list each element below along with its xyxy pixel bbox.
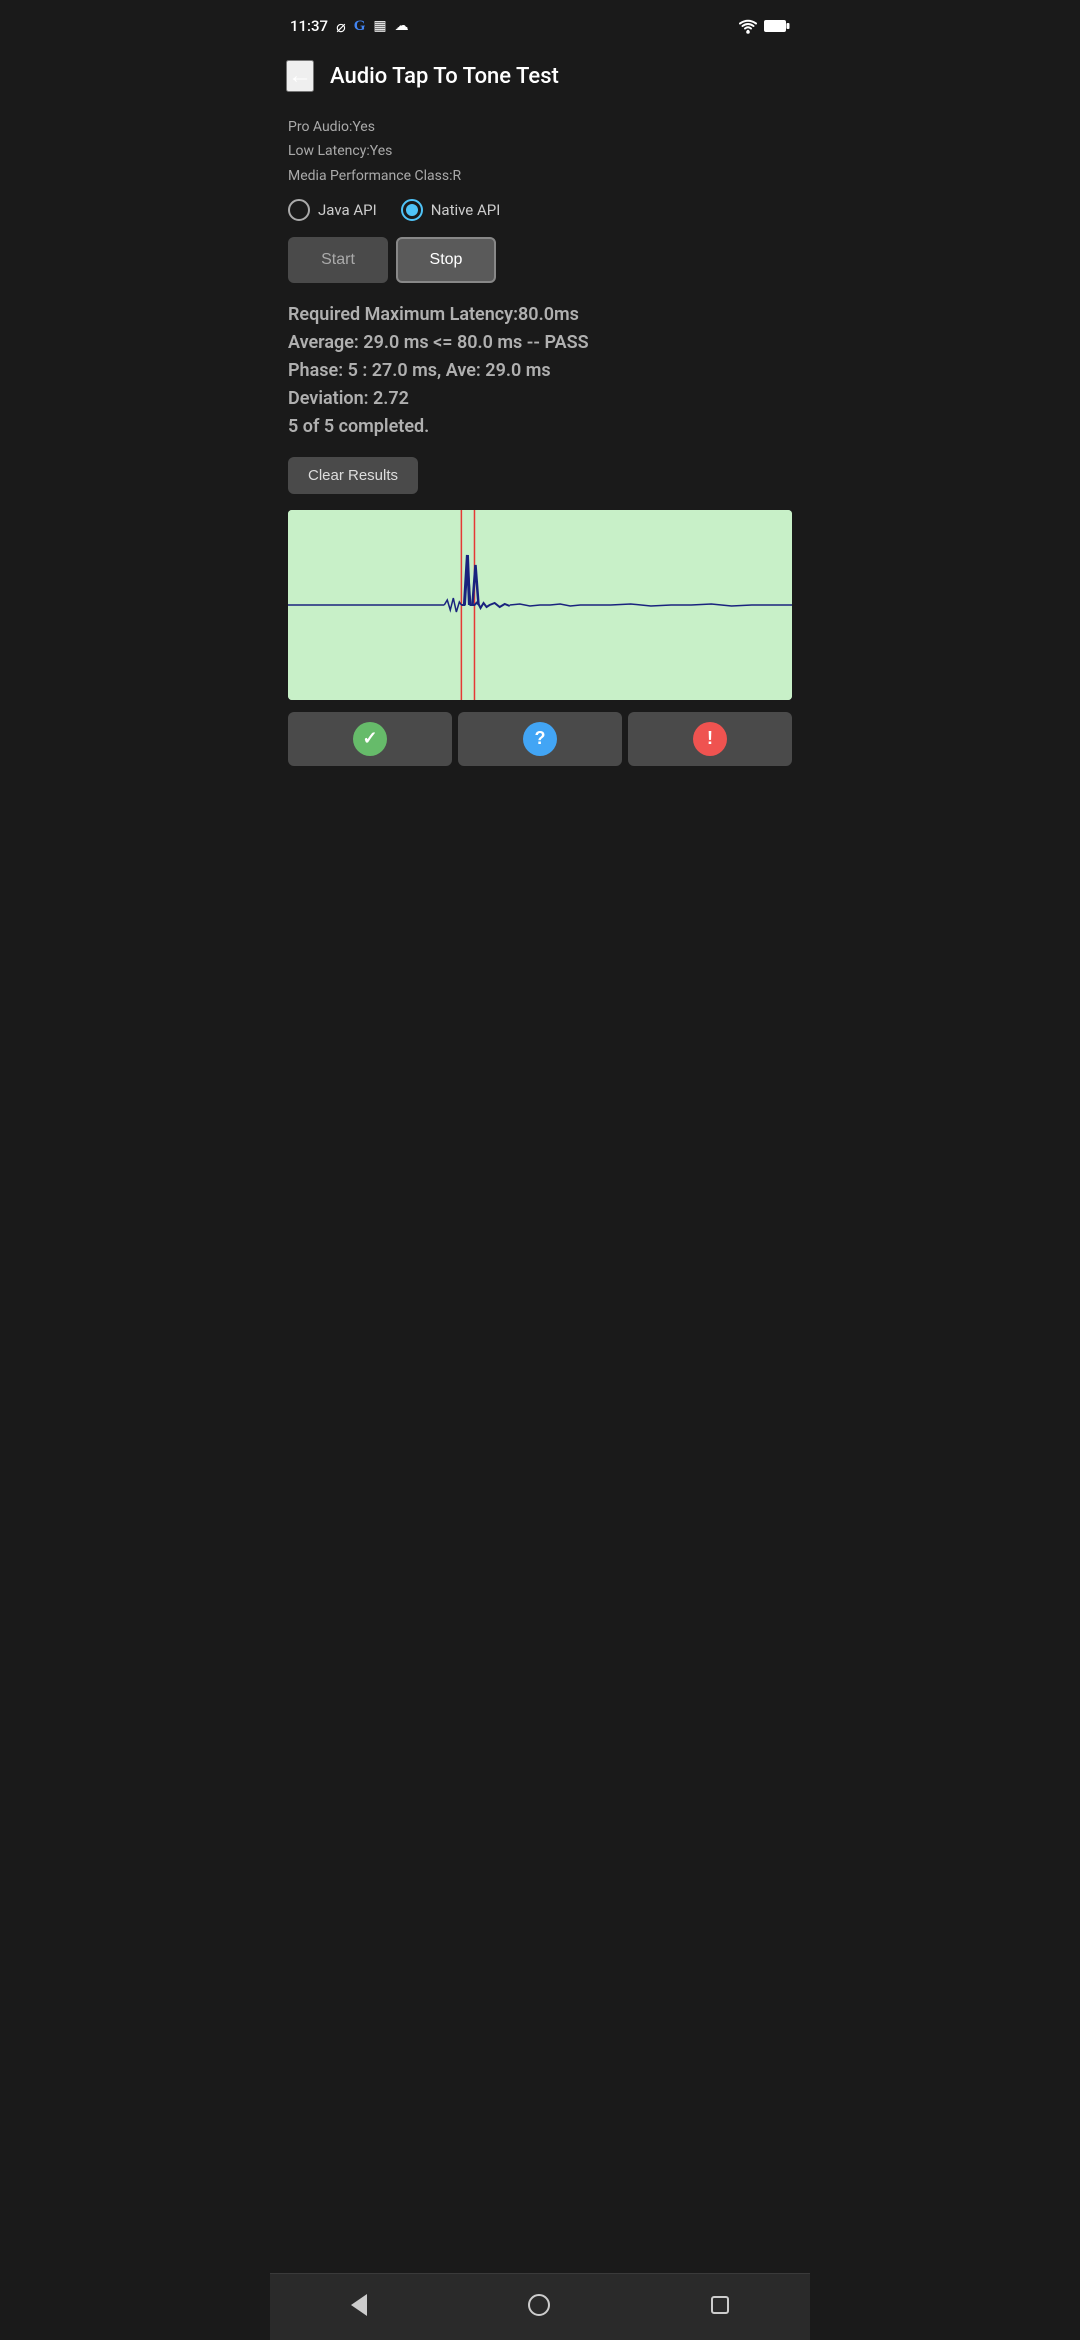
native-api-label: Native API [431, 201, 501, 219]
status-time: 11:37 [290, 17, 328, 35]
result-line-3: Phase: 5 : 27.0 ms, Ave: 29.0 ms [288, 357, 792, 385]
nav-bar [270, 2273, 810, 2340]
wifi-icon [738, 19, 758, 34]
clear-results-button[interactable]: Clear Results [288, 457, 418, 494]
result-line-5: 5 of 5 completed. [288, 413, 792, 441]
native-api-radio-inner [406, 204, 418, 216]
nav-back-button[interactable] [331, 2288, 387, 2322]
status-icon-buttons: ✓ ? ! [288, 712, 792, 766]
main-content: Pro Audio:Yes Low Latency:Yes Media Perf… [270, 108, 810, 794]
battery-icon [764, 19, 790, 33]
result-line-1: Required Maximum Latency:80.0ms [288, 301, 792, 329]
fan-icon: ⌀ [336, 17, 346, 36]
action-buttons: Start Stop [288, 237, 792, 283]
start-button[interactable]: Start [288, 237, 388, 283]
nav-back-icon [351, 2294, 367, 2316]
question-icon: ? [523, 722, 557, 756]
java-api-radio[interactable]: Java API [288, 199, 377, 221]
native-api-radio[interactable]: Native API [401, 199, 501, 221]
java-api-label: Java API [318, 201, 377, 219]
result-line-4: Deviation: 2.72 [288, 385, 792, 413]
exclamation-icon: ! [693, 722, 727, 756]
status-left: 11:37 ⌀ G ▦ ☁ [290, 17, 409, 36]
status-right [738, 19, 790, 34]
pro-audio-info: Pro Audio:Yes [288, 116, 792, 138]
native-api-radio-outer [401, 199, 423, 221]
api-selector: Java API Native API [288, 199, 792, 221]
device-info: Pro Audio:Yes Low Latency:Yes Media Perf… [288, 116, 792, 187]
check-icon: ✓ [353, 722, 387, 756]
pass-button[interactable]: ✓ [288, 712, 452, 766]
media-performance-info: Media Performance Class:R [288, 165, 792, 187]
nav-recent-button[interactable] [691, 2290, 749, 2320]
calendar-icon: ▦ [373, 18, 386, 34]
status-bar: 11:37 ⌀ G ▦ ☁ [270, 0, 810, 48]
page-title: Audio Tap To Tone Test [330, 64, 559, 89]
top-bar: ← Audio Tap To Tone Test [270, 48, 810, 108]
low-latency-info: Low Latency:Yes [288, 140, 792, 162]
warning-button[interactable]: ! [628, 712, 792, 766]
nav-home-icon [528, 2294, 550, 2316]
info-button[interactable]: ? [458, 712, 622, 766]
cloud-icon: ☁ [395, 18, 409, 34]
google-icon: G [354, 18, 366, 35]
stop-button[interactable]: Stop [396, 237, 496, 283]
java-api-radio-outer [288, 199, 310, 221]
result-line-2: Average: 29.0 ms <= 80.0 ms -- PASS [288, 329, 792, 357]
waveform-display [288, 510, 792, 700]
back-button[interactable]: ← [286, 60, 314, 92]
nav-recent-icon [711, 2296, 729, 2314]
results-section: Required Maximum Latency:80.0ms Average:… [288, 301, 792, 440]
nav-home-button[interactable] [508, 2288, 570, 2322]
waveform-svg [288, 510, 792, 700]
